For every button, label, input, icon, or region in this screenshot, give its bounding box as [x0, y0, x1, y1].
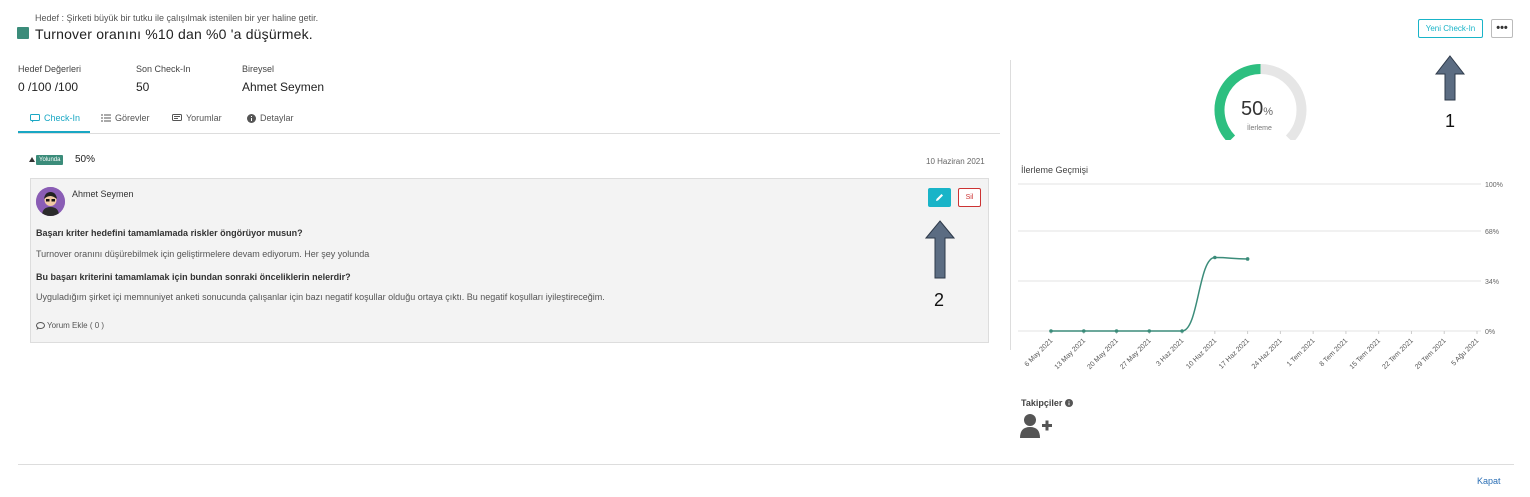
stat-label-target-values: Hedef Değerleri	[18, 64, 82, 74]
question-2: Bu başarı kriterini tamamlamak için bund…	[36, 272, 351, 282]
x-tick-label: 6 May 2021	[1024, 337, 1055, 368]
tabs-divider	[18, 133, 1000, 134]
delete-button[interactable]: Sil	[958, 188, 981, 207]
y-tick-label: 68%	[1485, 229, 1499, 236]
user-avatar-icon	[36, 187, 65, 216]
data-point	[1245, 257, 1250, 261]
panel-divider	[1010, 60, 1011, 350]
x-tick-label: 1 Tem 2021	[1286, 337, 1317, 368]
followers-title: Takipçiler	[1021, 398, 1063, 408]
x-tick-label: 27 May 2021	[1119, 337, 1153, 371]
goal-subtitle: Hedef : Şirketi büyük bir tutku ile çalı…	[35, 13, 319, 23]
chat-icon	[30, 113, 40, 122]
close-link[interactable]: Kapat	[1477, 476, 1501, 486]
series-line	[1051, 256, 1248, 332]
data-point	[1081, 329, 1086, 333]
footer-divider	[18, 464, 1514, 465]
annotation-arrow-1	[1435, 55, 1465, 101]
progress-unit: %	[1263, 106, 1274, 118]
data-point	[1114, 329, 1119, 333]
goal-color-square	[17, 27, 29, 39]
annotation-label-1: 1	[1445, 111, 1456, 131]
active-tab-underline	[18, 131, 90, 133]
x-tick-label: 17 Haz 2021	[1218, 337, 1251, 370]
stat-label-last-checkin: Son Check-In	[136, 64, 191, 74]
stat-value-last-checkin: 50	[136, 80, 150, 94]
progress-label: İlerleme	[1247, 125, 1272, 132]
history-title: İlerleme Geçmişi	[1021, 165, 1089, 175]
x-tick-label: 15 Tem 2021	[1349, 337, 1383, 371]
tab-label: Detaylar	[260, 113, 294, 123]
x-tick-label: 13 May 2021	[1054, 337, 1088, 371]
comment-icon	[172, 113, 182, 121]
data-point	[1049, 329, 1053, 333]
data-point	[1213, 255, 1217, 260]
more-options-button[interactable]: •••	[1491, 19, 1513, 38]
checkin-card	[30, 178, 989, 343]
add-follower-icon[interactable]	[1020, 413, 1053, 438]
checkin-percent: 50%	[75, 154, 96, 165]
avatar	[36, 187, 65, 216]
goal-title: Turnover oranını %10 dan %0 'a düşürmek.	[35, 26, 313, 42]
followers-title-row: Takipçiler	[1021, 398, 1074, 408]
tab-tasks[interactable]: Görevler	[101, 113, 150, 123]
x-tick-label: 20 May 2021	[1086, 337, 1120, 371]
stat-value-target-values: 0 /100 /100	[18, 80, 79, 94]
x-tick-label: 29 Tem 2021	[1414, 337, 1448, 371]
y-tick-label: 34%	[1485, 279, 1499, 286]
progress-value: 50%	[1241, 98, 1273, 121]
add-comment-link[interactable]: Yorum Ekle ( 0 )	[36, 321, 104, 330]
data-point	[1147, 329, 1152, 333]
x-tick-label: 22 Tem 2021	[1381, 337, 1415, 371]
progress-history-chart: 0% 34% 68% 100% 6 May 2021 13 May 2021 20 May …	[1018, 182, 1503, 371]
annotation-label-2: 2	[934, 290, 945, 310]
info-icon	[247, 113, 256, 123]
tab-label: Yorumlar	[186, 113, 222, 123]
data-point	[1180, 329, 1184, 333]
x-tick-label: 24 Haz 2021	[1251, 337, 1284, 370]
tab-checkin[interactable]: Check-In	[30, 113, 80, 123]
answer-2: Uyguladığım şirket içi memnuniyet anketi…	[36, 292, 605, 302]
new-checkin-button[interactable]: Yeni Check-In	[1418, 19, 1483, 38]
author-name: Ahmet Seymen	[72, 189, 134, 199]
checkin-date: 10 Haziran 2021	[926, 157, 985, 166]
tab-label: Görevler	[115, 113, 150, 123]
y-tick-label: 100%	[1485, 182, 1503, 189]
y-tick-label: 0%	[1485, 329, 1495, 336]
comment-bubble-icon	[36, 321, 45, 330]
tab-comments[interactable]: Yorumlar	[172, 113, 222, 123]
collapse-caret-icon[interactable]	[29, 157, 35, 162]
edit-button[interactable]	[928, 188, 951, 207]
annotation-arrow-2	[925, 220, 955, 279]
question-1: Başarı kriter hedefini tamamlamada riskl…	[36, 228, 303, 238]
x-tick-label: 8 Tem 2021	[1319, 337, 1350, 368]
pencil-icon	[936, 194, 943, 201]
x-tick-label: 3 Haz 2021	[1155, 337, 1185, 367]
answer-1: Turnover oranını düşürebilmek için geliş…	[36, 249, 370, 259]
stat-label-owner: Bireysel	[242, 64, 275, 74]
stat-value-owner: Ahmet Seymen	[242, 80, 325, 94]
status-badge: Yolunda	[36, 155, 64, 165]
list-icon	[101, 114, 111, 122]
tab-label: Check-In	[44, 113, 81, 123]
x-tick-label: 5 Ağu 2021	[1450, 337, 1480, 367]
x-tick-label: 10 Haz 2021	[1185, 337, 1218, 370]
add-comment-label: Yorum Ekle ( 0 )	[47, 321, 105, 330]
tab-details[interactable]: Detaylar	[247, 113, 294, 123]
progress-number: 50	[1241, 98, 1264, 120]
info-icon	[1065, 399, 1074, 407]
